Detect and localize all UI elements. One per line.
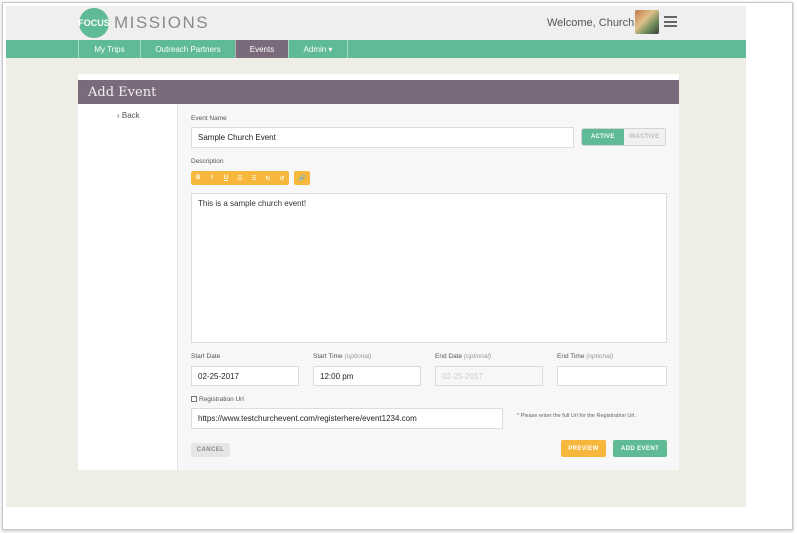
logo-text[interactable]: MISSIONS — [114, 13, 209, 33]
start-date-label: Start Date — [191, 353, 221, 360]
preview-button[interactable]: PREVIEW — [561, 440, 606, 457]
end-date-input[interactable]: 02-25-2017 — [435, 366, 543, 386]
end-time-input[interactable] — [557, 366, 667, 386]
site-header: FOCUS MISSIONS Welcome, Church! — [6, 6, 746, 40]
link-icon[interactable]: 🔗 — [294, 171, 310, 185]
description-label: Description — [191, 158, 224, 165]
main-nav: My Trips Outreach Partners Events Admin … — [6, 40, 746, 58]
avatar[interactable] — [635, 10, 659, 34]
bold-icon[interactable]: B — [191, 171, 205, 185]
nav-outreach-partners[interactable]: Outreach Partners — [140, 40, 235, 58]
card-header: Add Event — [78, 80, 679, 104]
status-toggle[interactable]: ACTIVE INACTIVE — [581, 128, 666, 146]
start-time-label: Start Time (optional) — [313, 353, 372, 360]
external-link-icon — [191, 396, 197, 402]
nav-events[interactable]: Events — [235, 40, 288, 58]
nav-admin[interactable]: Admin ▾ — [288, 40, 348, 58]
redo-icon[interactable]: ↻ — [261, 171, 275, 185]
add-event-button[interactable]: ADD EVENT — [613, 440, 667, 457]
numbered-list-icon[interactable]: ☰ — [247, 171, 261, 185]
back-link[interactable]: ‹ Back — [117, 111, 140, 120]
end-time-label: End Time (optional) — [557, 353, 614, 360]
registration-url-input[interactable]: https://www.testchurchevent.com/register… — [191, 408, 503, 429]
underline-icon[interactable]: U — [219, 171, 233, 185]
italic-icon[interactable]: I — [205, 171, 219, 185]
status-inactive-option[interactable]: INACTIVE — [623, 129, 665, 145]
nav-my-trips[interactable]: My Trips — [78, 40, 140, 58]
start-time-input[interactable]: 12:00 pm — [313, 366, 421, 386]
bullet-list-icon[interactable]: ☰ — [233, 171, 247, 185]
event-name-label: Event Name — [191, 115, 227, 122]
cancel-button[interactable]: CANCEL — [191, 443, 230, 457]
add-event-card: Add Event ‹ Back Event Name Sample Churc… — [78, 74, 679, 470]
end-date-label: End Date (optional) — [435, 353, 492, 360]
logo-mark[interactable]: FOCUS — [78, 8, 110, 38]
side-column: ‹ Back — [78, 104, 178, 470]
welcome-text: Welcome, Church! — [547, 17, 638, 29]
page-title: Add Event — [88, 85, 157, 100]
start-date-input[interactable]: 02-25-2017 — [191, 366, 299, 386]
undo-icon[interactable]: ↺ — [275, 171, 289, 185]
status-active-option[interactable]: ACTIVE — [582, 129, 624, 145]
description-editor[interactable]: This is a sample church event! — [191, 193, 667, 343]
event-name-input[interactable]: Sample Church Event — [191, 127, 574, 148]
registration-url-note: * Please enter the full Url for the Regi… — [517, 413, 636, 419]
menu-icon[interactable] — [664, 16, 677, 27]
registration-url-label: Registration Url — [191, 396, 244, 403]
editor-toolbar: B I U ☰ ☰ ↻ ↺ 🔗 — [191, 171, 310, 185]
